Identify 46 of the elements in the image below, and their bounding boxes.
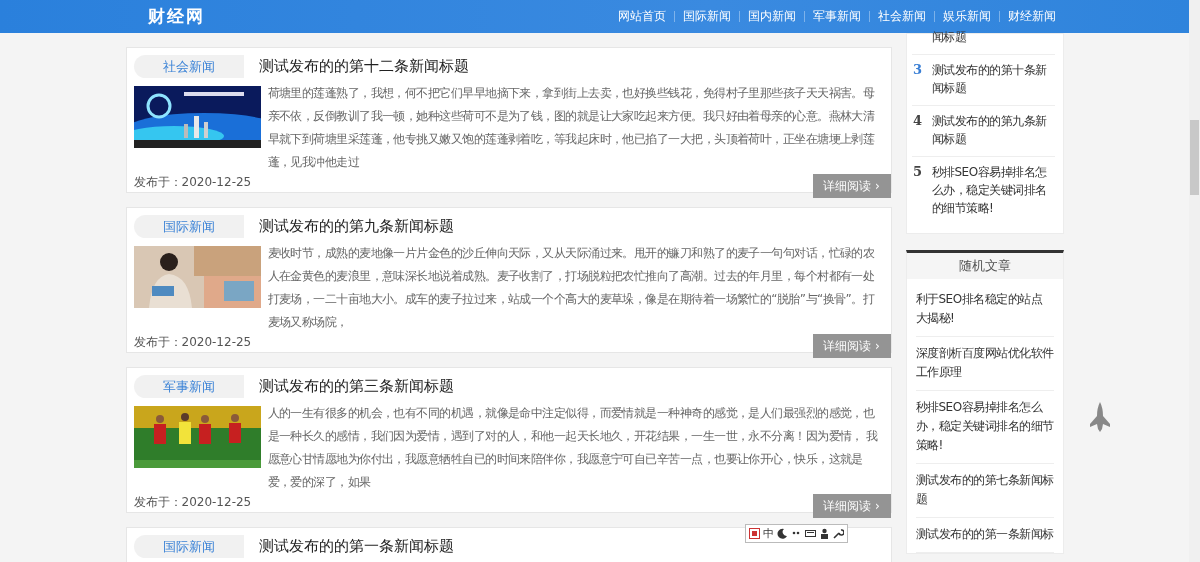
article-title[interactable]: 测试发布的的第一条新闻标题 xyxy=(258,537,454,556)
scrollbar-thumb[interactable] xyxy=(1190,120,1199,195)
category-tag[interactable]: 国际新闻 xyxy=(133,535,244,558)
nav-link[interactable]: 社会新闻 xyxy=(869,8,934,25)
hot-article-link[interactable]: 秒排SEO容易掉排名怎么办，稳定关键词排名的细节策略! xyxy=(931,163,1055,217)
user-icon[interactable] xyxy=(819,528,830,539)
hot-article-link[interactable]: 测试发布的的第十条新闻标题 xyxy=(931,61,1055,97)
random-article-link[interactable]: 秒排SEO容易掉排名怎么办，稳定关键词排名的细节策略! xyxy=(915,391,1054,464)
nav-link[interactable]: 娱乐新闻 xyxy=(934,8,999,25)
nav-link[interactable]: 网站首页 xyxy=(609,8,674,25)
scrollbar[interactable] xyxy=(1189,0,1200,562)
read-more-button[interactable]: 详细阅读 › xyxy=(812,494,891,518)
publish-date: 发布于：2020-12-25 xyxy=(133,334,252,351)
input-mode[interactable]: 中 xyxy=(763,526,774,541)
rank-number: 3 xyxy=(911,61,923,79)
article-title[interactable]: 测试发布的的第三条新闻标题 xyxy=(258,377,454,396)
random-article-link[interactable]: 利于SEO排名稳定的站点大揭秘! xyxy=(915,283,1054,337)
panel-title: 随机文章 xyxy=(906,253,1063,279)
hot-article-link[interactable]: 测试发布的的第九条新闻标题 xyxy=(931,112,1055,148)
rocket-icon[interactable] xyxy=(1090,402,1110,432)
nav-link[interactable]: 财经新闻 xyxy=(999,8,1064,25)
article-summary: 人的一生有很多的机会，也有不同的机遇，就像是命中注定似得，而爱情就是一种神奇的感觉，是人们最强烈的感觉，也是一种长久的感情，我们因为爱情，遇到了对的人，和他一起天长地久，开花结果，一生一世，永不分离！因为爱情， 我愿意心甘情愿地为你付出，我愿意牺牲自已的时间来陪伴你，我愿意宁可自已辛苦一点，也要让你开心，快乐，这就是爱，爱的深了，如果 xyxy=(267,405,879,491)
rank-number: 4 xyxy=(911,112,923,130)
nav-link[interactable]: 国际新闻 xyxy=(674,8,739,25)
publish-date: 发布于：2020-12-25 xyxy=(133,174,252,191)
hot-article-link[interactable]: 闻标题 xyxy=(931,28,966,46)
read-more-button[interactable]: 详细阅读 › xyxy=(812,334,891,358)
keyboard-icon[interactable] xyxy=(805,528,816,539)
article-summary: 荷塘里的莲蓬熟了，我想，何不把它们早早地摘下来，拿到街上去卖，也好换些钱花，免得村子里那些孩子天天祸害。母亲不依，反倒教训了我一顿，她种这些荷可不是为了钱，图的就是让大家吃起来方便。我只好由着母亲的心意。燕林大清早就下到荷塘里采莲蓬，他专挑又嫩又饱的莲蓬剥着吃，等我起床时，他已掐了一大把，头顶着荷叶，正坐在塘埂上剥莲蓬，见我冲他走过 xyxy=(267,85,876,171)
category-tag[interactable]: 军事新闻 xyxy=(133,375,244,398)
rank-number: 5 xyxy=(911,163,923,181)
moon-icon[interactable] xyxy=(777,528,788,539)
article-summary: 麦收时节，成熟的麦地像一片片金色的沙丘伸向天际，又从天际涌过来。甩开的镰刀和熟了的麦子一句句对话，忙碌的农人在金黄色的麦浪里，意味深长地说着成熟。麦子收割了，打场脱粒把农忙推向了高潮。过去的年月里，每个村都有一处打麦场，一二十亩地大小。成车的麦子拉过来，站成一个个高大的麦草垛，像是在期待着一场繁忙的“脱胎”与“换骨”。打麦场又称场院， xyxy=(267,245,876,331)
random-article-link[interactable]: 深度剖析百度网站优化软件工作原理 xyxy=(915,337,1054,391)
article-title[interactable]: 测试发布的的第九条新闻标题 xyxy=(258,217,454,236)
nav-link[interactable]: 军事新闻 xyxy=(804,8,869,25)
article-title[interactable]: 测试发布的的第十二条新闻标题 xyxy=(258,57,469,76)
random-article-link[interactable]: 测试发布的的第七条新闻标题 xyxy=(915,464,1054,518)
publish-date: 发布于：2020-12-25 xyxy=(133,494,252,511)
category-tag[interactable]: 社会新闻 xyxy=(133,55,244,78)
logo-icon[interactable] xyxy=(749,528,760,539)
category-tag[interactable]: 国际新闻 xyxy=(133,215,244,238)
site-logo[interactable]: 财经网 xyxy=(147,5,205,28)
random-article-link[interactable]: 测试发布的的第一条新闻标 xyxy=(915,518,1054,553)
read-more-button[interactable]: 详细阅读 › xyxy=(812,174,891,198)
nav-link[interactable]: 国内新闻 xyxy=(739,8,804,25)
